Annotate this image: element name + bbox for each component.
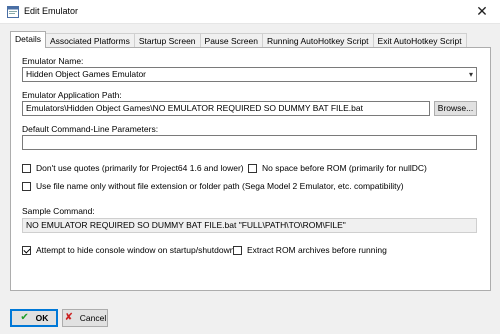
- command-line-parameters-label: Default Command-Line Parameters:: [22, 124, 159, 134]
- no-space-before-rom-option[interactable]: No space before ROM (primarily for nullD…: [248, 163, 427, 173]
- application-path-input[interactable]: Emulators\Hidden Object Games\NO EMULATO…: [22, 101, 430, 116]
- extract-rom-label: Extract ROM archives before running: [247, 245, 387, 255]
- extract-rom-option[interactable]: Extract ROM archives before running: [233, 245, 387, 255]
- application-path-label: Emulator Application Path:: [22, 90, 122, 100]
- sample-command-value: NO EMULATOR REQUIRED SO DUMMY BAT FILE.b…: [22, 218, 477, 233]
- details-panel: Emulator Name: Hidden Object Games Emula…: [10, 47, 491, 291]
- file-name-only-checkbox[interactable]: [22, 181, 31, 191]
- app-icon: [7, 6, 19, 18]
- tab-details[interactable]: Details: [10, 31, 46, 48]
- hide-console-option[interactable]: Attempt to hide console window on startu…: [22, 245, 234, 255]
- hide-console-checkbox[interactable]: [22, 245, 31, 255]
- chevron-down-icon[interactable]: ▾: [469, 68, 473, 81]
- cancel-button-label: Cancel: [79, 313, 107, 323]
- tab-exit-autohotkey-script[interactable]: Exit AutoHotkey Script: [372, 33, 467, 48]
- browse-button[interactable]: Browse...: [434, 101, 477, 116]
- tab-associated-platforms[interactable]: Associated Platforms: [44, 33, 135, 48]
- command-line-parameters-input[interactable]: [22, 135, 477, 150]
- tab-strip: Details Associated Platforms Startup Scr…: [10, 31, 467, 48]
- emulator-name-label: Emulator Name:: [22, 56, 84, 66]
- dont-use-quotes-label: Don't use quotes (primarily for Project6…: [36, 163, 244, 173]
- hide-console-label: Attempt to hide console window on startu…: [36, 245, 235, 255]
- window-title: Edit Emulator: [24, 6, 79, 16]
- dont-use-quotes-option[interactable]: Don't use quotes (primarily for Project6…: [22, 163, 244, 173]
- dialog-body: Details Associated Platforms Startup Scr…: [0, 24, 500, 334]
- no-space-before-rom-checkbox[interactable]: [248, 163, 257, 173]
- title-bar: Edit Emulator ✕: [0, 0, 500, 24]
- dont-use-quotes-checkbox[interactable]: [22, 163, 31, 173]
- extract-rom-checkbox[interactable]: [233, 245, 242, 255]
- checkmark-icon: ✔: [20, 312, 29, 323]
- ok-button-label: OK: [35, 313, 49, 323]
- file-name-only-option[interactable]: Use file name only without file extensio…: [22, 181, 404, 191]
- tab-startup-screen[interactable]: Startup Screen: [133, 33, 201, 48]
- cancel-button[interactable]: ✘ Cancel: [62, 309, 108, 327]
- tab-running-autohotkey-script[interactable]: Running AutoHotkey Script: [261, 33, 374, 48]
- tab-pause-screen[interactable]: Pause Screen: [199, 33, 263, 48]
- ok-button[interactable]: ✔ OK: [10, 309, 58, 327]
- no-space-before-rom-label: No space before ROM (primarily for nullD…: [262, 163, 427, 173]
- file-name-only-label: Use file name only without file extensio…: [36, 181, 404, 191]
- x-icon: ✘: [64, 312, 73, 323]
- close-icon[interactable]: ✕: [464, 0, 500, 24]
- sample-command-label: Sample Command:: [22, 206, 95, 216]
- emulator-name-value: Hidden Object Games Emulator: [26, 69, 146, 79]
- emulator-name-dropdown[interactable]: Hidden Object Games Emulator ▾: [22, 67, 477, 82]
